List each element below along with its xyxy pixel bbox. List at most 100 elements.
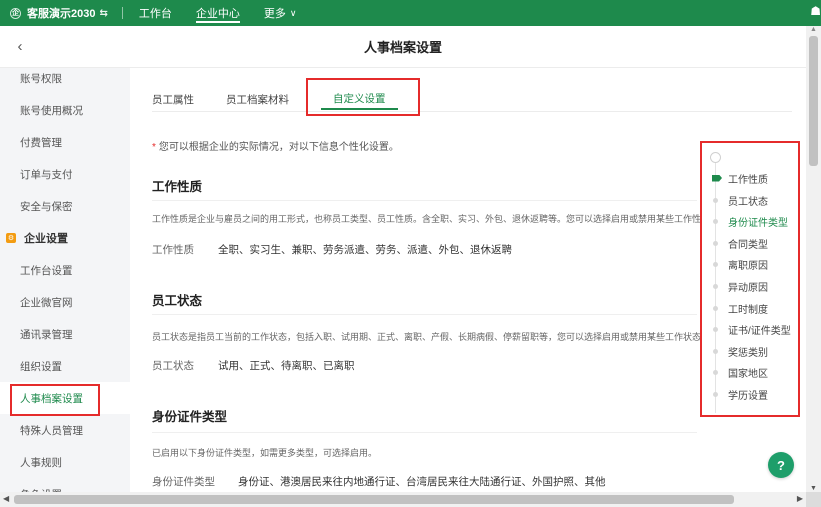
- dot-icon: [713, 261, 718, 267]
- sidebar-item-special-personnel[interactable]: 特殊人员管理: [0, 414, 130, 446]
- dot-icon: [713, 197, 718, 203]
- section-title-id-type: 身份证件类型: [152, 410, 228, 424]
- vertical-scroll-thumb[interactable]: [809, 36, 818, 166]
- field-label: 员工状态: [152, 360, 194, 372]
- sidebar-group-enterprise-settings[interactable]: ⚙ 企业设置: [0, 222, 130, 254]
- chevron-down-icon: ∨: [289, 7, 297, 18]
- section-desc-work-nature: 工作性质是企业与雇员之间的用工形式，也称员工类型、员工性质。含全职、实习、外包、…: [152, 214, 720, 224]
- sidebar-item-micro-website[interactable]: 企业微官网: [0, 286, 130, 318]
- field-value: 试用、正式、待离职、已离职: [218, 360, 355, 372]
- horizontal-scrollbar[interactable]: ◀ ▶: [0, 492, 806, 507]
- dot-icon: [713, 391, 718, 397]
- anchor-item-employee-status[interactable]: 员工状态: [702, 190, 768, 210]
- dot-icon: [713, 348, 718, 354]
- scroll-down-icon[interactable]: ▼: [810, 485, 817, 492]
- dot-icon: [713, 369, 718, 375]
- section-desc-id-type: 已启用以下身份证件类型，如需更多类型，可选择启用。: [152, 448, 378, 458]
- vertical-scrollbar[interactable]: ▲ ▼: [806, 26, 821, 492]
- anchor-item-education[interactable]: 学历设置: [702, 384, 768, 404]
- section-divider: [152, 432, 697, 433]
- sidebar: 账号权限 账号使用概况 付费管理 订单与支付 安全与保密 ⚙ 企业设置 工作台设…: [0, 68, 130, 492]
- anchor-label: 学历设置: [728, 390, 768, 402]
- dot-icon: [713, 240, 718, 246]
- field-row-id-type: 身份证件类型 身份证、港澳居民来往内地通行证、台湾居民来往大陆通行证、外国护照、其…: [152, 474, 606, 489]
- field-value: 全职、实习生、兼职、劳务派遣、劳务、派遣、外包、退休返聘: [218, 244, 512, 256]
- sidebar-item-contacts[interactable]: 通讯录管理: [0, 318, 130, 350]
- nav-enterprise-center[interactable]: 企业中心: [195, 0, 240, 26]
- anchor-label: 国家地区: [728, 368, 768, 380]
- switch-icon[interactable]: ⇆: [99, 8, 107, 19]
- user-icon[interactable]: ☗: [810, 4, 821, 18]
- anchor-item-id-type[interactable]: 身份证件类型: [702, 211, 788, 231]
- page-header: ‹ 人事档案设置: [0, 26, 806, 68]
- sidebar-item-account-permissions[interactable]: 账号权限: [0, 68, 130, 94]
- org-switcher[interactable]: 企 客服演示2030 ⇆: [0, 0, 108, 26]
- scrollbar-corner: [806, 492, 821, 507]
- anchor-label: 身份证件类型: [728, 217, 788, 229]
- settings-icon: ⚙: [6, 233, 16, 243]
- settings-note: * 您可以根据企业的实际情况，对以下信息个性化设置。: [152, 138, 399, 153]
- sidebar-item-orders-payment[interactable]: 订单与支付: [0, 158, 130, 190]
- anchor-item-leave-reason[interactable]: 离职原因: [702, 254, 768, 274]
- scroll-right-icon[interactable]: ▶: [797, 494, 803, 503]
- anchor-label: 工作性质: [728, 174, 768, 186]
- scroll-up-icon[interactable]: ▲: [810, 26, 817, 33]
- sidebar-item-billing[interactable]: 付费管理: [0, 126, 130, 158]
- help-button[interactable]: ?: [768, 452, 794, 478]
- section-divider: [152, 314, 697, 315]
- sidebar-item-hr-rules[interactable]: 人事规则: [0, 446, 130, 478]
- required-star: *: [152, 142, 156, 153]
- scroll-left-icon[interactable]: ◀: [3, 494, 9, 503]
- anchor-item-country-region[interactable]: 国家地区: [702, 362, 768, 382]
- anchor-label: 员工状态: [728, 196, 768, 208]
- page-title: 人事档案设置: [363, 40, 442, 55]
- top-navigation-bar: 企 客服演示2030 ⇆ 工作台 企业中心 更多 ∨ ☗: [0, 0, 821, 26]
- question-icon: ?: [777, 457, 785, 473]
- anchor-label: 工时制度: [728, 304, 768, 316]
- anchor-item-work-nature[interactable]: 工作性质: [702, 168, 768, 188]
- field-label: 工作性质: [152, 244, 194, 256]
- horizontal-scroll-thumb[interactable]: [14, 495, 734, 504]
- dot-icon: [713, 218, 718, 224]
- anchor-label: 奖惩类别: [728, 347, 768, 359]
- sidebar-item-security[interactable]: 安全与保密: [0, 190, 130, 222]
- sidebar-item-account-usage[interactable]: 账号使用概况: [0, 94, 130, 126]
- tab-employee-attributes[interactable]: 员工属性: [152, 88, 194, 110]
- anchor-item-reward-category[interactable]: 奖惩类别: [702, 341, 768, 361]
- field-value: 身份证、港澳居民来往内地通行证、台湾居民来往大陆通行证、外国护照、其他: [238, 476, 606, 488]
- anchor-label: 证书/证件类型: [728, 325, 791, 337]
- org-logo-icon: 企: [10, 7, 21, 19]
- top-divider: [121, 7, 123, 19]
- settings-note-text: 您可以根据企业的实际情况，对以下信息个性化设置。: [158, 142, 399, 153]
- section-desc-employee-status: 员工状态是指员工当前的工作状态，包括入职、试用期、正式、离职、产假、长期病假、停…: [152, 332, 711, 342]
- anchor-label: 离职原因: [728, 260, 768, 272]
- sidebar-group-label: 企业设置: [24, 233, 68, 245]
- anchor-item-contract-type[interactable]: 合同类型: [702, 233, 768, 253]
- anchor-item-change-reason[interactable]: 异动原因: [702, 276, 768, 296]
- nav-workbench[interactable]: 工作台: [139, 0, 172, 26]
- field-row-employee-status: 员工状态 试用、正式、待离职、已离职: [152, 358, 355, 373]
- sidebar-item-role-settings[interactable]: 角色设置: [0, 478, 130, 493]
- tab-employee-materials[interactable]: 员工档案材料: [226, 88, 289, 110]
- field-row-work-nature: 工作性质 全职、实习生、兼职、劳务派遣、劳务、派遣、外包、退休返聘: [152, 242, 512, 257]
- sidebar-item-org-settings[interactable]: 组织设置: [0, 350, 130, 382]
- highlight-box-tab: [306, 78, 420, 116]
- field-label: 身份证件类型: [152, 476, 215, 488]
- highlight-box-sidebar: [10, 384, 100, 416]
- sidebar-item-workbench-settings[interactable]: 工作台设置: [0, 254, 130, 286]
- anchor-label: 合同类型: [728, 239, 768, 251]
- section-title-employee-status: 员工状态: [152, 294, 203, 308]
- chevron-left-icon: ‹: [17, 37, 23, 55]
- section-title-work-nature: 工作性质: [152, 180, 203, 194]
- anchor-item-certificate-type[interactable]: 证书/证件类型: [702, 319, 791, 339]
- org-name: 客服演示2030: [27, 8, 96, 20]
- dot-icon: [713, 305, 718, 311]
- nav-more[interactable]: 更多 ∨: [264, 0, 297, 26]
- tab-divider: [152, 111, 792, 112]
- back-button[interactable]: ‹: [10, 36, 30, 56]
- anchor-item-work-hours[interactable]: 工时制度: [702, 298, 768, 318]
- dot-icon: [713, 326, 718, 332]
- current-marker-icon: [712, 174, 722, 182]
- anchor-label: 异动原因: [728, 282, 768, 294]
- section-divider: [152, 200, 697, 201]
